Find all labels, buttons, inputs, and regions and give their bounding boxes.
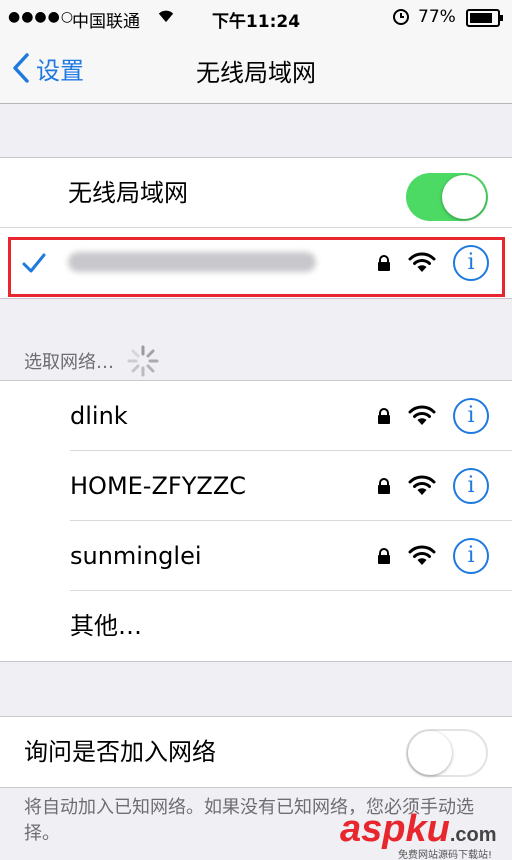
other-network-row[interactable]: 其他… xyxy=(0,591,512,661)
lock-icon xyxy=(378,548,390,564)
status-bar: ●●●●○ 中国联通 下午11:24 77% xyxy=(0,0,512,36)
lock-icon xyxy=(378,478,390,494)
battery-icon xyxy=(466,9,504,32)
watermark-brand: aspku xyxy=(340,808,450,850)
highlight-box xyxy=(8,237,505,297)
lock-icon xyxy=(378,408,390,424)
network-list: dlink i HOME-ZFYZZC i sunminglei i 其他… xyxy=(0,380,512,662)
wifi-signal-icon xyxy=(408,405,436,425)
watermark-suffix: .com xyxy=(449,824,497,846)
alarm-icon xyxy=(392,7,410,30)
network-row[interactable]: dlink i xyxy=(0,381,512,451)
page-title: 无线局域网 xyxy=(196,59,316,87)
network-row[interactable]: HOME-ZFYZZC i xyxy=(0,451,512,521)
ask-to-join-group: 询问是否加入网络 xyxy=(0,716,512,788)
loading-spinner-icon xyxy=(127,345,159,377)
network-name: dlink xyxy=(70,402,128,430)
network-name: sunminglei xyxy=(70,542,202,570)
wifi-signal-icon xyxy=(408,475,436,495)
watermark-tagline: 免费网站源码下载站! xyxy=(398,850,493,860)
ask-to-join-row: 询问是否加入网络 xyxy=(0,717,512,787)
battery-percent: 77% xyxy=(418,7,456,27)
wifi-signal-icon xyxy=(408,545,436,565)
network-name: HOME-ZFYZZC xyxy=(70,472,247,500)
network-row[interactable]: sunminglei i xyxy=(0,521,512,591)
info-button[interactable]: i xyxy=(453,468,489,504)
watermark-logo: aspku.com xyxy=(340,808,497,851)
ask-to-join-label: 询问是否加入网络 xyxy=(24,738,216,766)
info-button[interactable]: i xyxy=(453,538,489,574)
other-network-label: 其他… xyxy=(70,612,142,640)
ask-to-join-switch[interactable] xyxy=(406,729,488,777)
wifi-toggle-label: 无线局域网 xyxy=(68,179,188,207)
choose-network-header: 选取网络… xyxy=(24,344,160,378)
toggle-knob xyxy=(442,175,486,219)
wifi-toggle-switch[interactable] xyxy=(406,173,488,221)
wifi-toggle-row: 无线局域网 xyxy=(0,158,512,228)
navigation-bar: 设置 无线局域网 xyxy=(0,36,512,104)
toggle-knob xyxy=(408,731,452,775)
choose-network-label: 选取网络… xyxy=(24,352,114,373)
info-button[interactable]: i xyxy=(453,398,489,434)
